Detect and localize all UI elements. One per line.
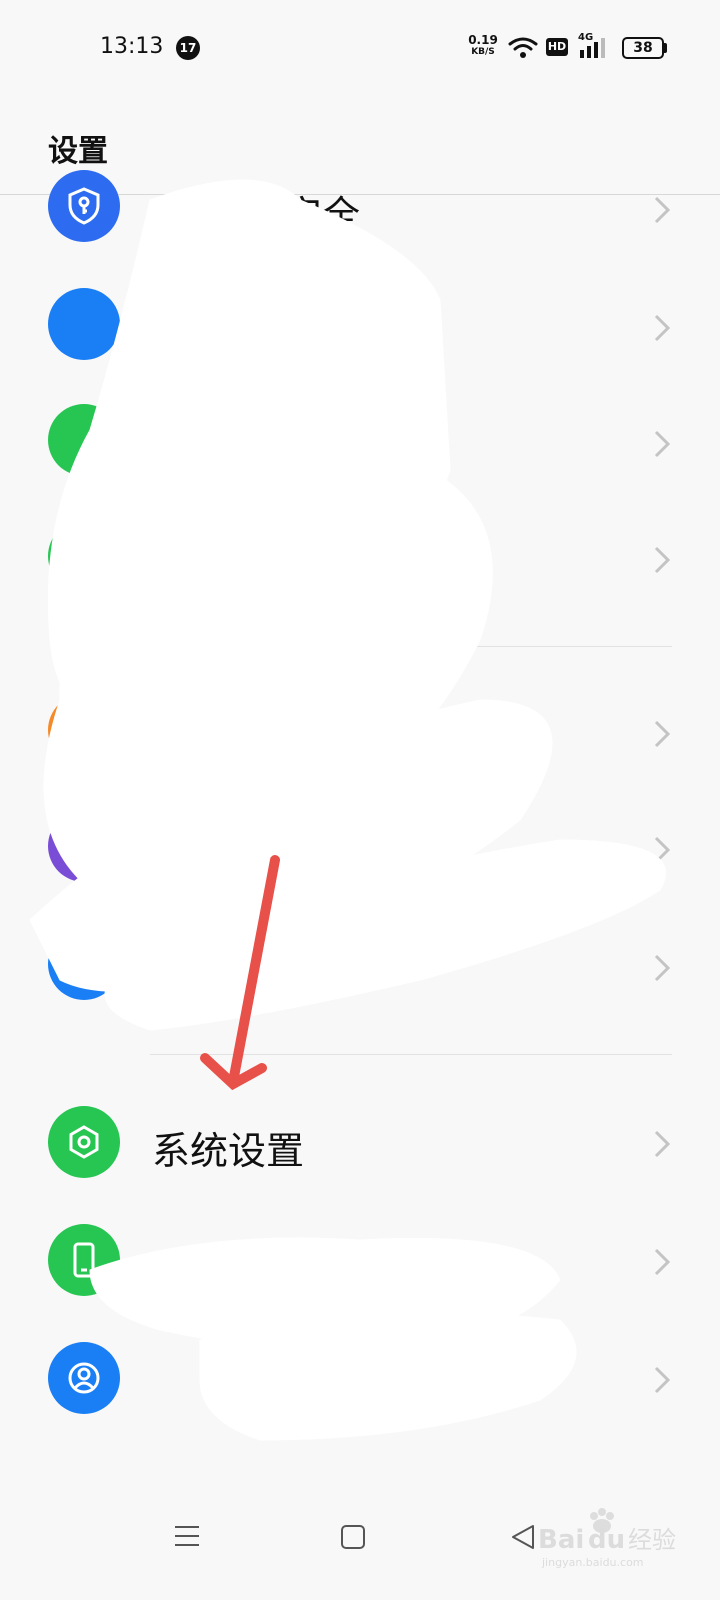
settings-item-3[interactable] xyxy=(0,390,720,500)
status-time: 13:13 xyxy=(100,34,164,59)
settings-item-system-settings[interactable]: 系统设置 xyxy=(0,1088,720,1198)
circle-icon xyxy=(48,404,120,476)
hd-badge: HD xyxy=(546,38,568,56)
settings-item-4[interactable] xyxy=(0,506,720,616)
svg-text:Bai: Bai xyxy=(538,1525,584,1555)
hexagon-gear-icon xyxy=(48,1106,120,1178)
circle-icon xyxy=(48,694,120,766)
chevron-right-icon xyxy=(654,546,670,574)
shield-key-icon xyxy=(48,170,120,242)
group-divider xyxy=(208,646,672,647)
svg-text:du: du xyxy=(588,1525,625,1555)
chevron-right-icon xyxy=(654,836,670,864)
wifi-icon xyxy=(508,37,538,58)
network-speed-unit: KB/S xyxy=(471,47,495,57)
settings-item-7[interactable] xyxy=(0,914,720,1024)
settings-item-users[interactable] xyxy=(0,1324,720,1434)
svg-text:经验: 经验 xyxy=(628,1526,676,1554)
home-icon[interactable] xyxy=(340,1524,366,1550)
settings-item-privacy[interactable] xyxy=(0,274,720,384)
user-icon xyxy=(48,1342,120,1414)
chevron-right-icon xyxy=(654,430,670,458)
chevron-right-icon xyxy=(654,1248,670,1276)
circle-icon xyxy=(48,810,120,882)
chevron-right-icon xyxy=(654,314,670,342)
network-speed: 0.19 KB/S xyxy=(466,34,500,58)
chevron-right-icon xyxy=(654,1130,670,1158)
watermark-url: jingyan.baidu.com xyxy=(541,1556,644,1569)
circle-icon xyxy=(48,928,120,1000)
settings-item-about-phone[interactable] xyxy=(0,1206,720,1316)
settings-item-6[interactable] xyxy=(0,796,720,906)
network-speed-value: 0.19 xyxy=(468,33,498,47)
eye-icon xyxy=(48,288,120,360)
battery-tip xyxy=(664,43,667,53)
chevron-right-icon xyxy=(654,196,670,224)
chevron-right-icon xyxy=(654,954,670,982)
status-bar: 13:13 17 0.19 KB/S HD 4G 38 xyxy=(0,0,720,96)
settings-item-label: 安全 xyxy=(284,193,361,237)
battery-level: 38 xyxy=(633,40,653,56)
network-type-label: 4G xyxy=(578,32,594,43)
settings-item-security[interactable]: 安全 xyxy=(0,156,720,266)
menu-icon[interactable] xyxy=(174,1524,200,1548)
chevron-right-icon xyxy=(654,1366,670,1394)
chevron-right-icon xyxy=(654,720,670,748)
settings-item-5[interactable] xyxy=(0,680,720,790)
circle-icon xyxy=(48,520,120,592)
baidu-jingyan-watermark: Bai du 经验 jingyan.baidu.com xyxy=(538,1508,676,1569)
notification-count-badge: 17 xyxy=(176,36,200,60)
battery-indicator: 38 xyxy=(622,37,664,59)
settings-item-label: 系统设置 xyxy=(152,1129,305,1173)
back-icon[interactable] xyxy=(510,1524,536,1550)
group-divider xyxy=(150,1054,672,1055)
phone-icon xyxy=(48,1224,120,1296)
